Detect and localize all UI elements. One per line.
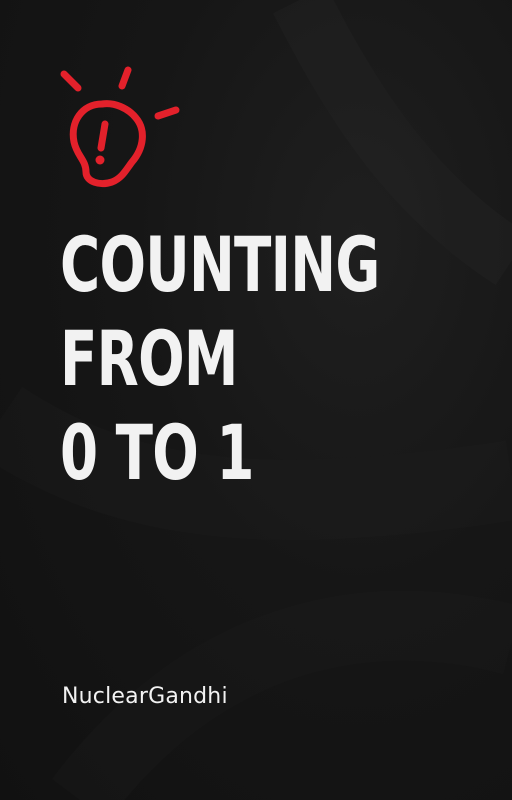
book-title: COUNTING FROM 0 TO 1 [60, 218, 380, 500]
title-line: 0 TO 1 [60, 408, 255, 497]
lightbulb-exclamation-icon [60, 66, 180, 188]
author-name: NuclearGandhi [62, 684, 228, 709]
title-line: FROM [60, 314, 238, 403]
title-line: COUNTING [60, 220, 380, 309]
book-cover: COUNTING FROM 0 TO 1 NuclearGandhi [0, 0, 512, 800]
